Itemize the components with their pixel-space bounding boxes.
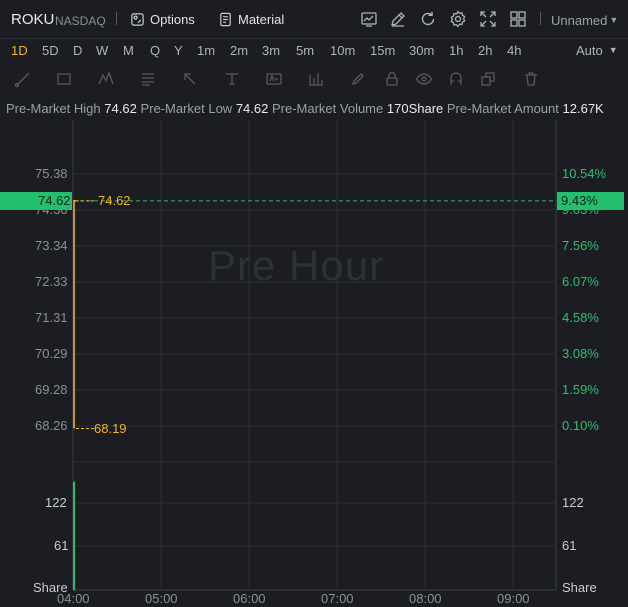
high-marker-label: 74.62 <box>98 192 131 208</box>
chart-watermark: Pre Hour <box>208 242 385 289</box>
percent-tick-label: 1.59% <box>562 382 599 397</box>
current-price-badge: 74.62 <box>0 191 72 210</box>
volume-tick-label-right: 122 <box>562 495 584 510</box>
price-tick-label: 72.33 <box>35 274 68 289</box>
percent-tick-label: 0.10% <box>562 418 599 433</box>
price-line <box>73 200 76 429</box>
volume-tick-label-right: 61 <box>562 538 577 553</box>
time-tick-label: 05:00 <box>145 591 178 606</box>
price-tick-label: 69.28 <box>35 382 68 397</box>
time-tick-label: 08:00 <box>409 591 442 606</box>
price-chart[interactable] <box>0 0 628 607</box>
percent-tick-label: 3.08% <box>562 346 599 361</box>
percent-tick-label: 6.07% <box>562 274 599 289</box>
price-tick-label: 75.38 <box>35 166 68 181</box>
percent-tick-label: 4.58% <box>562 310 599 325</box>
percent-tick-label: 10.54% <box>562 166 607 181</box>
volume-bar <box>73 481 75 590</box>
volume-tick-label: 61 <box>54 538 69 553</box>
time-tick-label: 09:00 <box>497 591 530 606</box>
price-tick-label: 73.34 <box>35 238 68 253</box>
low-marker-label: 68.19 <box>94 421 127 437</box>
price-tick-label: 70.29 <box>35 346 68 361</box>
volume-unit-label: Share <box>33 580 68 595</box>
current-percent-badge: 9.43% <box>557 191 624 210</box>
time-tick-label: 06:00 <box>233 591 266 606</box>
price-tick-label: 71.31 <box>35 310 68 325</box>
volume-tick-label: 122 <box>45 495 67 510</box>
percent-tick-label: 7.56% <box>562 238 599 253</box>
time-tick-label: 07:00 <box>321 591 354 606</box>
price-tick-label: 68.26 <box>35 418 68 433</box>
volume-unit-label-right: Share <box>562 580 597 595</box>
